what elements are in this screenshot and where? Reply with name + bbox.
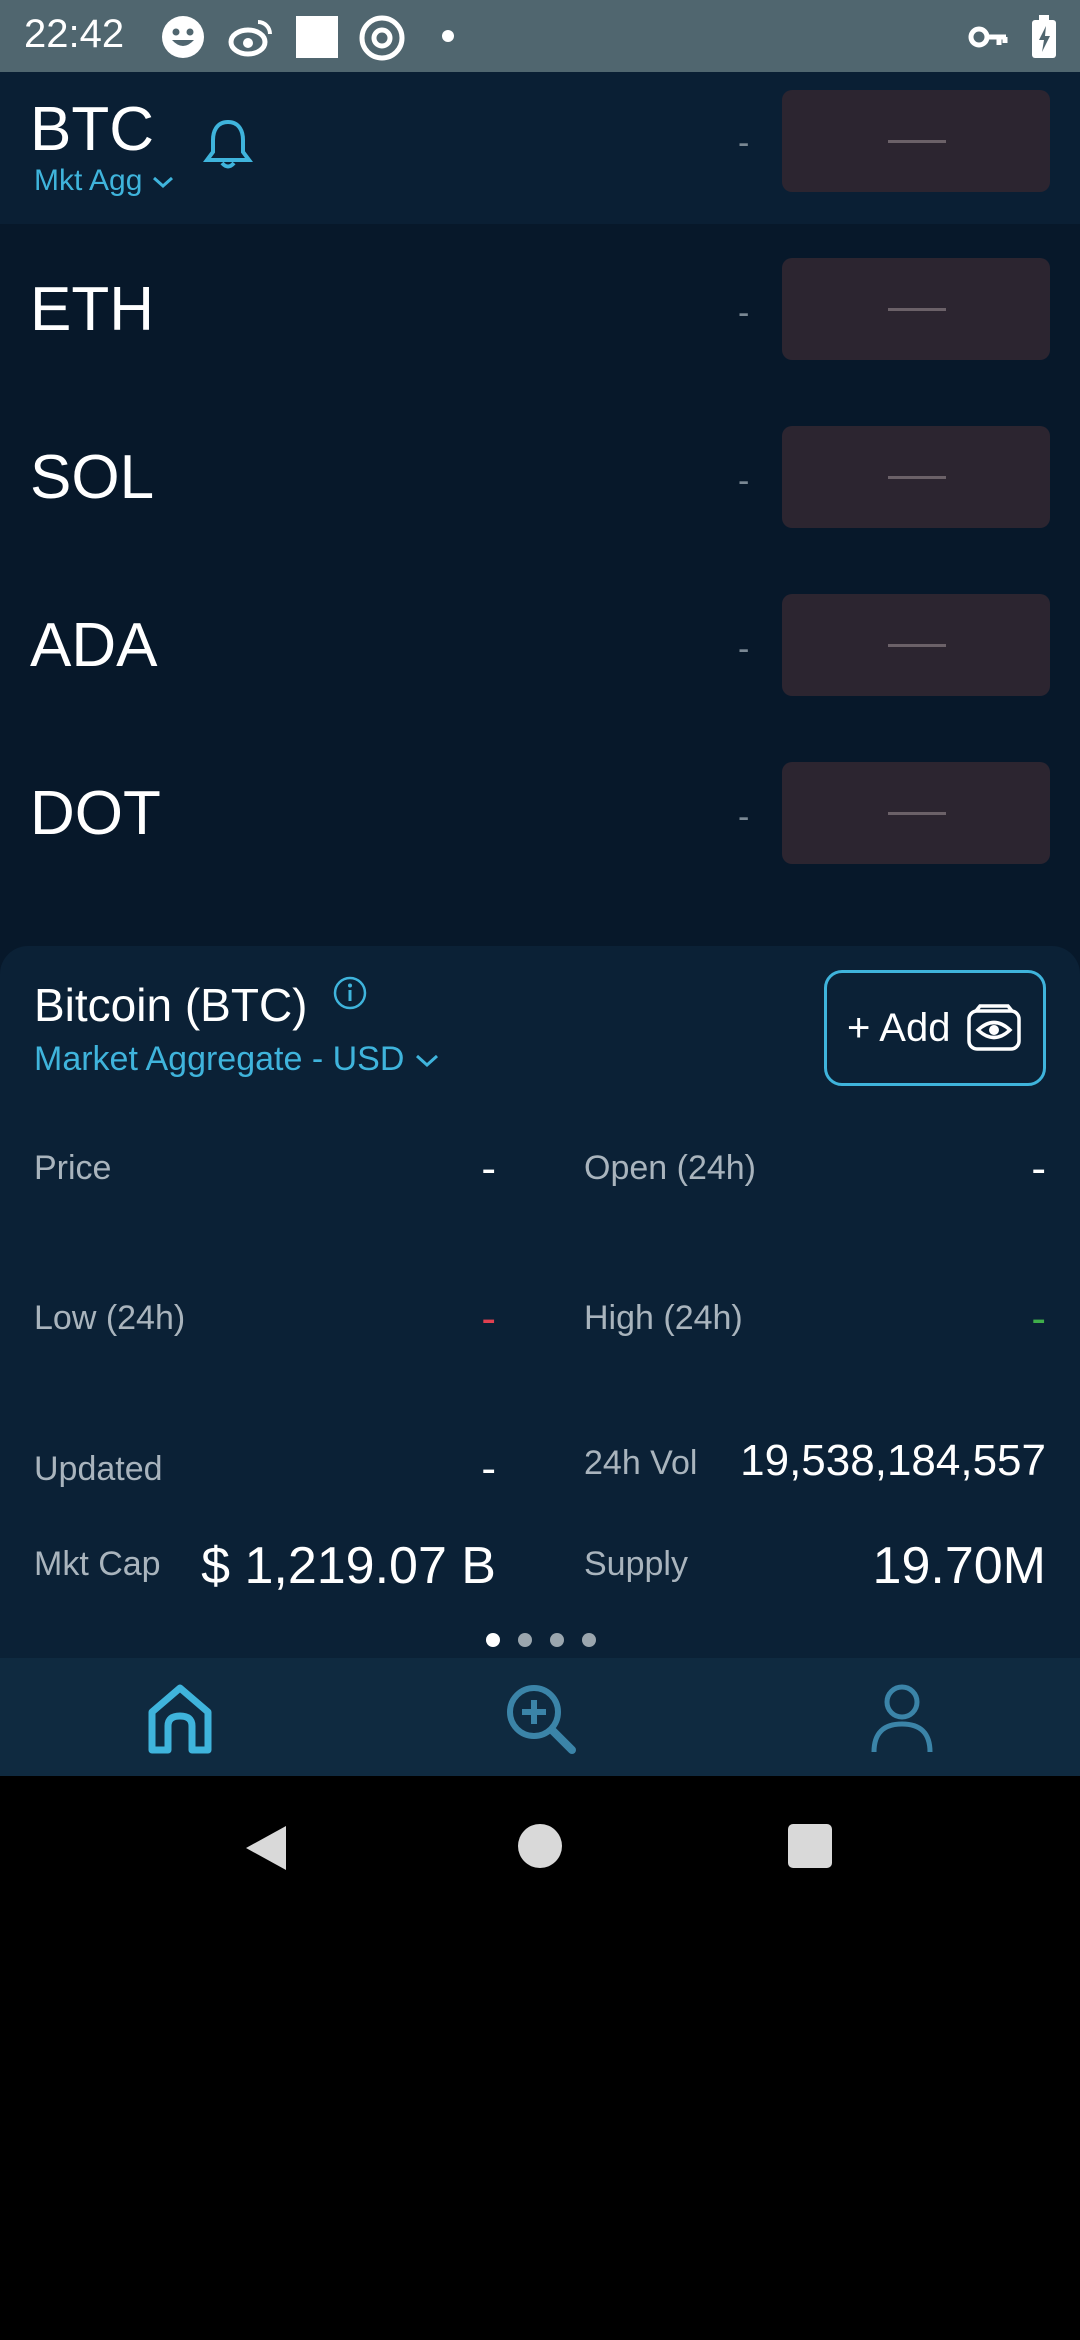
info-icon[interactable]	[333, 976, 367, 1010]
bell-icon[interactable]	[202, 116, 254, 172]
market-selector-label: Mkt Agg	[34, 164, 143, 197]
status-bar: 22:42	[0, 0, 1080, 72]
change-value: -	[738, 124, 750, 162]
mktcap-label: Mkt Cap	[34, 1545, 161, 1583]
ticker-symbol: DOT	[30, 779, 161, 848]
back-icon[interactable]	[242, 1822, 290, 1874]
add-to-watchlist-button[interactable]: + Add	[824, 970, 1046, 1086]
system-navigation-bar	[0, 1776, 1080, 1916]
market-selector[interactable]: Mkt Agg	[34, 164, 175, 198]
at-icon	[359, 15, 405, 61]
low-label: Low (24h)	[34, 1299, 186, 1337]
page-dot[interactable]	[486, 1633, 500, 1647]
market-dropdown-label: Market Aggregate - USD	[34, 1040, 405, 1078]
market-dropdown[interactable]: Market Aggregate - USD	[34, 1040, 440, 1079]
page-dot[interactable]	[518, 1633, 532, 1647]
price-box[interactable]	[782, 258, 1050, 360]
status-time: 22:42	[24, 12, 125, 56]
supply-value: 19.70M	[872, 1537, 1046, 1595]
bottom-navigation	[0, 1658, 1080, 1776]
price-label: Price	[34, 1149, 112, 1187]
watchlist-row-btc[interactable]: BTC Mkt Agg -	[0, 72, 1080, 224]
weibo-icon	[228, 20, 272, 57]
chevron-down-icon	[415, 1054, 438, 1068]
open-label: Open (24h)	[584, 1149, 756, 1187]
supply-label: Supply	[584, 1545, 688, 1583]
recents-icon[interactable]	[786, 1822, 834, 1870]
updated-label: Updated	[34, 1450, 163, 1488]
ticker-symbol: ETH	[30, 275, 154, 344]
add-button-label: + Add	[847, 1005, 951, 1050]
price-value: -	[481, 1144, 496, 1193]
price-box[interactable]	[782, 762, 1050, 864]
low-value: -	[481, 1294, 496, 1343]
watchlist-eye-icon	[967, 1004, 1022, 1051]
change-value: -	[738, 798, 750, 836]
mktcap-value: $ 1,219.07 B	[201, 1537, 496, 1595]
smiley-icon	[162, 16, 204, 58]
home-circle-icon[interactable]	[516, 1822, 564, 1870]
open-value: -	[1031, 1144, 1046, 1193]
app-screen: BTC Mkt Agg - ETH - SOL - ADA - DOT -	[0, 72, 1080, 1776]
battery-icon	[1032, 15, 1056, 58]
price-box[interactable]	[782, 90, 1050, 192]
home-icon[interactable]	[142, 1680, 218, 1756]
search-add-icon[interactable]	[502, 1680, 578, 1756]
price-box[interactable]	[782, 594, 1050, 696]
volume-value: 19,538,184,557	[740, 1436, 1046, 1485]
high-label: High (24h)	[584, 1299, 743, 1337]
ticker-symbol: BTC	[30, 95, 154, 164]
change-value: -	[738, 294, 750, 332]
dot-icon	[442, 30, 454, 42]
page-indicator	[486, 1633, 596, 1647]
chevron-down-icon	[152, 176, 173, 189]
page-dot[interactable]	[582, 1633, 596, 1647]
profile-icon[interactable]	[864, 1680, 940, 1756]
updated-value: -	[481, 1444, 496, 1493]
change-value: -	[738, 630, 750, 668]
volume-label: 24h Vol	[584, 1444, 698, 1482]
page-dot[interactable]	[550, 1633, 564, 1647]
ticker-symbol: ADA	[30, 611, 158, 680]
change-value: -	[738, 462, 750, 500]
coin-title: Bitcoin (BTC)	[34, 979, 308, 1031]
square-icon	[296, 16, 338, 58]
ticker-symbol: SOL	[30, 443, 155, 512]
key-icon	[968, 26, 1008, 48]
high-value: -	[1031, 1294, 1046, 1343]
price-box[interactable]	[782, 426, 1050, 528]
